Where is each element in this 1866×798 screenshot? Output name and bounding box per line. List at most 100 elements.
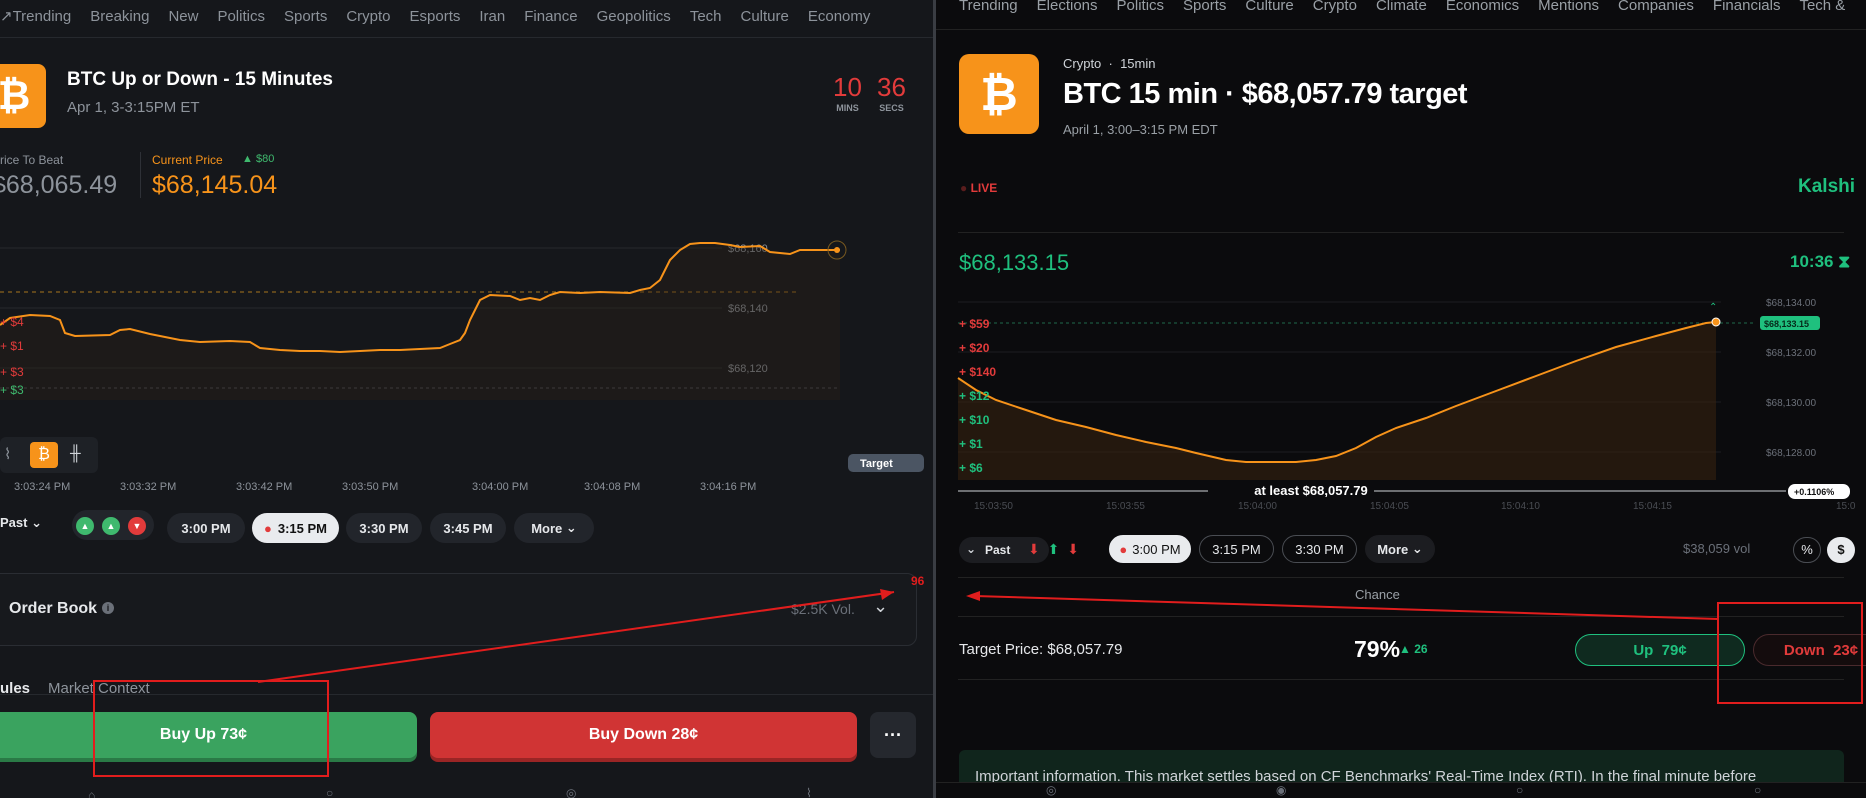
right-nav-item[interactable]: Culture	[1245, 0, 1293, 14]
divider	[958, 616, 1844, 617]
price-chart: $68,134.00 $68,132.00 $68,130.00 $68,128.00…	[957, 298, 1856, 512]
left-nav-item[interactable]: Breaking	[90, 8, 149, 25]
time-pill-345[interactable]: 3:45 PM	[430, 513, 506, 543]
time-pill-315[interactable]: 3:15 PM	[1199, 535, 1274, 563]
chart-type-toggle: ⌇ ₿ ╫	[0, 437, 98, 473]
market-category: Crypto · 15min	[1063, 56, 1156, 71]
kalshi-pane: Trending Elections Politics Sports Culture Cr…	[936, 0, 1866, 798]
y-tick-label: $68,134.00	[1766, 298, 1816, 309]
market-title: BTC Up or Down - 15 Minutes	[67, 69, 333, 90]
right-nav-item[interactable]: Politics	[1117, 0, 1165, 14]
x-tick-label: 3:03:32 PM	[120, 481, 176, 490]
left-nav-item[interactable]: Geopolitics	[597, 8, 671, 25]
trade-flash: + $1	[959, 437, 983, 451]
up-arrow-icon: ⬆	[1047, 541, 1060, 557]
profile-icon[interactable]: ○	[1754, 783, 1761, 797]
left-nav-item[interactable]: Tech	[690, 8, 722, 25]
left-nav-item[interactable]: Iran	[479, 8, 505, 25]
more-options-button[interactable]: ···	[870, 712, 916, 758]
up-chevron-icon: ⌃	[1709, 302, 1717, 313]
countdown-seconds: 36 SECS	[877, 72, 906, 113]
chart-icon[interactable]: ⌇	[806, 786, 812, 798]
right-nav-item[interactable]: Climate	[1376, 0, 1427, 14]
right-nav-item[interactable]: Financials	[1713, 0, 1781, 14]
time-pill-300-active[interactable]: ● 3:00 PM	[1109, 535, 1191, 563]
more-dropdown[interactable]: More ⌄	[514, 513, 594, 543]
chevron-down-icon[interactable]: ⌄	[873, 596, 888, 617]
bitcoin-toggle-icon[interactable]: ₿	[30, 442, 58, 468]
activity-icon[interactable]: ◎	[566, 786, 576, 798]
divider	[958, 577, 1844, 578]
left-nav-item[interactable]: Esports	[410, 8, 461, 25]
buy-down-button[interactable]: Buy Down 28¢	[430, 712, 857, 758]
dollar-toggle[interactable]: $	[1827, 537, 1855, 563]
market-subtitle: April 1, 3:00–3:15 PM EDT	[1063, 122, 1218, 137]
market-subtitle: Apr 1, 3-3:15PM ET	[67, 99, 200, 116]
candlestick-icon[interactable]: ╫	[70, 445, 81, 462]
x-tick-label: 3:04:08 PM	[584, 481, 640, 490]
chance-delta: ▲ 26	[1399, 642, 1428, 656]
category-nav: Trending Elections Politics Sports Culture Cr…	[936, 0, 1866, 30]
x-tick-label: 15:03:55	[1106, 501, 1145, 512]
right-nav-item[interactable]: Economics	[1446, 0, 1519, 14]
right-nav-item[interactable]: Elections	[1037, 0, 1098, 14]
time-pill-300[interactable]: 3:00 PM	[167, 513, 245, 543]
time-pill-330[interactable]: 3:30 PM	[346, 513, 422, 543]
trade-flash: + $10	[959, 413, 990, 427]
bottom-nav: ◎ ◉ ○ ○	[936, 782, 1866, 798]
live-icon[interactable]: ◉	[1276, 783, 1286, 797]
up-result-icon: ▲	[76, 517, 94, 535]
annotation-number: 96	[911, 574, 925, 588]
line-chart-icon[interactable]: ⌇	[4, 445, 11, 463]
search-icon[interactable]: ○	[326, 786, 333, 798]
live-indicator: ● LIVE	[960, 181, 998, 195]
countdown-minutes: 10 MINS	[833, 72, 862, 113]
price-to-beat-value: $68,065.49	[0, 171, 118, 199]
left-nav-item[interactable]: Sports	[284, 8, 327, 25]
right-nav-item[interactable]: Mentions	[1538, 0, 1599, 14]
more-dropdown[interactable]: More ⌄	[1365, 535, 1435, 563]
order-book-panel[interactable]: Order Book i $2.5K Vol. ⌄	[0, 573, 917, 646]
left-nav-item[interactable]: Economy	[808, 8, 871, 25]
chance-header: Chance	[1355, 587, 1400, 602]
pct-badge-label: +0.1106%	[1794, 487, 1834, 497]
price-divider	[140, 152, 141, 198]
right-nav-item[interactable]: Tech &	[1799, 0, 1845, 14]
time-pill-315-active[interactable]: ● 3:15 PM	[252, 513, 339, 543]
left-nav-item[interactable]: Culture	[741, 8, 789, 25]
trade-flash: + $3	[0, 365, 24, 379]
right-nav-item[interactable]: Trending	[959, 0, 1018, 14]
x-tick-label: 15:04:15	[1633, 501, 1672, 512]
left-nav-item[interactable]: New	[168, 8, 198, 25]
left-nav-item[interactable]: Politics	[217, 8, 265, 25]
search-icon[interactable]: ○	[1516, 783, 1523, 797]
left-nav-item[interactable]: Finance	[524, 8, 577, 25]
right-nav-item[interactable]: Sports	[1183, 0, 1226, 14]
x-tick-label: 15:0	[1836, 501, 1856, 512]
price-area	[0, 243, 840, 400]
percent-toggle[interactable]: %	[1793, 537, 1821, 563]
past-arrows: ⬇ ⬆ ⬇	[1028, 541, 1079, 558]
price-tag-label: $68,133.15	[1764, 319, 1809, 329]
y-tick-label: $68,128.00	[1766, 448, 1816, 459]
left-nav-item[interactable]: Trending	[13, 8, 72, 25]
time-pill-330[interactable]: 3:30 PM	[1282, 535, 1357, 563]
left-nav-item[interactable]: Crypto	[346, 8, 390, 25]
current-price-label: Current Price	[152, 153, 223, 167]
down-result-icon: ▼	[128, 517, 146, 535]
past-dropdown[interactable]: Past ⌄	[0, 515, 42, 531]
past-results: ▲ ▲ ▼	[72, 510, 154, 540]
home-icon[interactable]: ⌂	[88, 788, 95, 798]
x-tick-label: 3:03:50 PM	[342, 481, 398, 490]
volume-label: $2.5K Vol.	[791, 601, 855, 617]
info-icon[interactable]: i	[102, 602, 114, 614]
trending-icon: ↗	[0, 8, 13, 25]
compass-icon[interactable]: ◎	[1046, 783, 1056, 797]
x-tick-label: 15:04:05	[1370, 501, 1409, 512]
volume-label: $38,059 vol	[1683, 541, 1751, 556]
up-result-icon: ▲	[102, 517, 120, 535]
target-line-label: at least $68,057.79	[1254, 483, 1367, 498]
x-tick-label: 15:04:00	[1238, 501, 1277, 512]
right-nav-item[interactable]: Crypto	[1313, 0, 1357, 14]
right-nav-item[interactable]: Companies	[1618, 0, 1694, 14]
